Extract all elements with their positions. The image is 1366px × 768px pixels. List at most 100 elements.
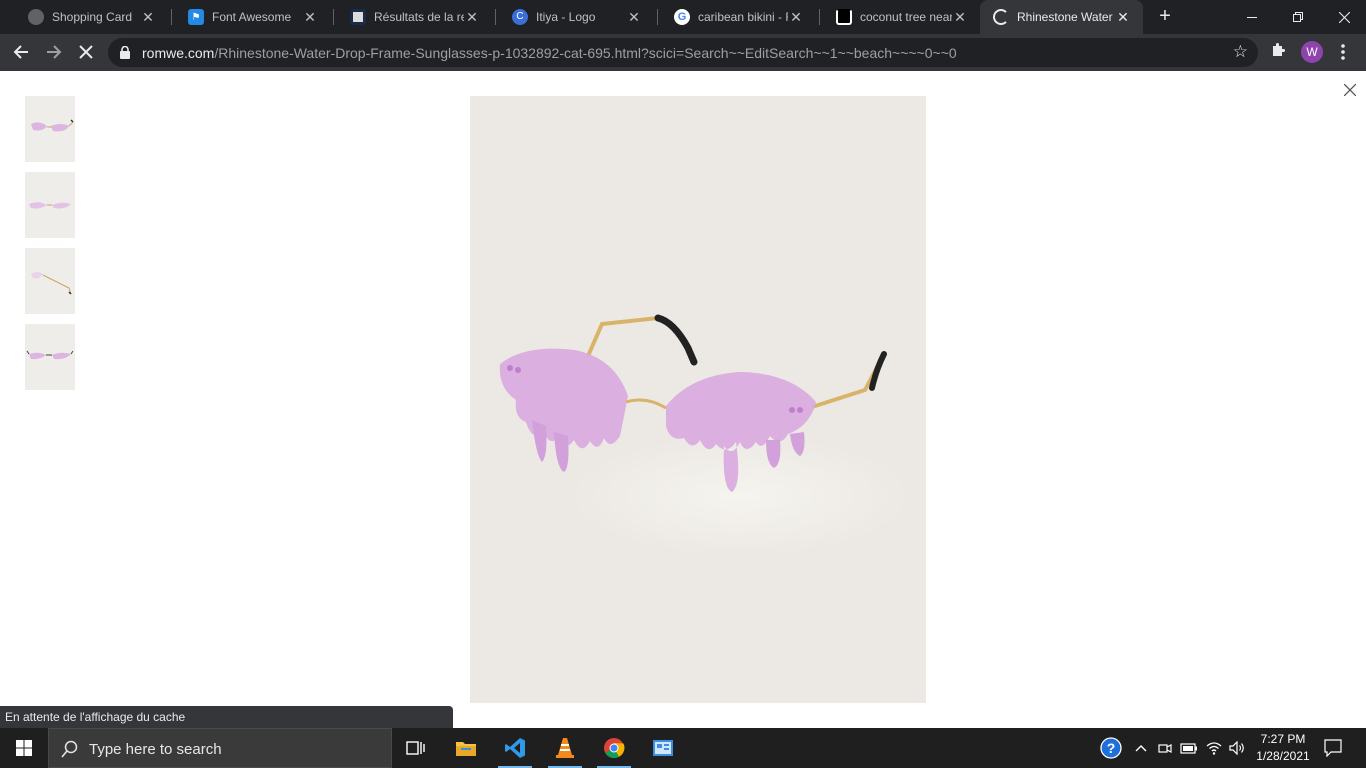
- chrome-icon: [604, 738, 625, 759]
- stop-loading-button[interactable]: [74, 40, 98, 64]
- google-icon: G: [674, 9, 690, 25]
- volume-button[interactable]: [1226, 728, 1248, 768]
- tab-title: Itiya - Logo: [536, 10, 596, 24]
- close-icon[interactable]: ✕: [788, 9, 804, 25]
- battery-icon: [1180, 743, 1197, 754]
- more-menu-button[interactable]: [1333, 41, 1353, 63]
- vlc-button[interactable]: [542, 728, 588, 768]
- chrome-button[interactable]: [591, 728, 637, 768]
- tab-title: Rhinestone Water: [1017, 10, 1113, 24]
- taskbar-clock[interactable]: 7:27 PM 1/28/2021: [1250, 731, 1316, 765]
- wifi-icon: [1206, 742, 1222, 755]
- tab-strip: Shopping Card ✕ ⚑ Font Awesome ✕ Résulta…: [0, 0, 1366, 34]
- minimize-icon: [1247, 16, 1257, 18]
- clock-date: 1/28/2021: [1256, 749, 1310, 763]
- canva-icon: C: [512, 9, 528, 25]
- close-icon[interactable]: ✕: [140, 9, 156, 25]
- close-window-button[interactable]: [1321, 0, 1366, 34]
- close-icon[interactable]: ✕: [952, 9, 968, 25]
- task-view-icon: [406, 741, 425, 755]
- thumbnail-2[interactable]: [25, 172, 75, 238]
- site-icon: [836, 9, 852, 25]
- back-button[interactable]: [9, 40, 33, 64]
- star-icon[interactable]: ☆: [1233, 42, 1248, 62]
- search-placeholder: Type here to search: [89, 741, 222, 758]
- tab-itiya-logo[interactable]: C Itiya - Logo ✕: [492, 0, 654, 34]
- sunglasses-thumbnail-image: [31, 119, 74, 132]
- vscode-icon: [505, 738, 525, 758]
- close-icon[interactable]: ✕: [626, 9, 642, 25]
- tab-resultats[interactable]: Résultats de la rech ✕: [330, 0, 492, 34]
- url-host: romwe.com: [142, 45, 215, 61]
- close-icon[interactable]: ✕: [464, 9, 480, 25]
- network-button[interactable]: [1203, 728, 1225, 768]
- tab-title: coconut tree near: [860, 10, 952, 24]
- action-center-button[interactable]: [1320, 728, 1346, 768]
- browser-toolbar: romwe.com/Rhinestone-Water-Drop-Frame-Su…: [0, 34, 1366, 71]
- search-icon: [61, 740, 78, 758]
- show-hidden-icons-button[interactable]: [1130, 728, 1152, 768]
- svg-text:?: ?: [1107, 740, 1116, 756]
- globe-icon: [28, 9, 44, 25]
- taskbar-search-box[interactable]: Type here to search: [48, 728, 392, 768]
- windows-taskbar: Type here to search ? 7:27 PM 1/28/2021: [0, 728, 1366, 768]
- url-path: /Rhinestone-Water-Drop-Frame-Sunglasses-…: [214, 45, 957, 61]
- extensions-button[interactable]: [1270, 42, 1286, 63]
- forward-button[interactable]: [42, 40, 66, 64]
- speaker-icon: [1229, 741, 1244, 755]
- restore-button[interactable]: [1275, 0, 1321, 34]
- tab-caribean-bikini[interactable]: G caribean bikini - Re ✕: [654, 0, 816, 34]
- puzzle-icon: [1273, 43, 1285, 56]
- camera-icon: [1158, 744, 1172, 753]
- tab-title: caribean bikini - Re: [698, 10, 788, 24]
- address-bar[interactable]: romwe.com/Rhinestone-Water-Drop-Frame-Su…: [108, 38, 1258, 67]
- url-text: romwe.com/Rhinestone-Water-Drop-Frame-Su…: [142, 45, 957, 61]
- sunglasses-product-image: [499, 314, 910, 556]
- battery-button[interactable]: [1178, 728, 1200, 768]
- close-icon: [1343, 83, 1357, 97]
- close-icon: [79, 45, 93, 59]
- product-image-viewer: En attente de l'affichage du cache: [0, 71, 1366, 728]
- more-vert-icon: [1341, 44, 1345, 60]
- sunglasses-thumbnail-image: [26, 350, 74, 360]
- control-panel-icon: [653, 740, 673, 756]
- close-icon: [1338, 11, 1350, 23]
- meet-now-button[interactable]: [1155, 728, 1175, 768]
- close-viewer-button[interactable]: [1339, 79, 1361, 101]
- folder-icon: [456, 742, 476, 756]
- help-icon: ?: [1100, 737, 1122, 759]
- close-icon[interactable]: ✕: [1115, 9, 1131, 25]
- status-bubble: En attente de l'affichage du cache: [0, 706, 453, 728]
- sunglasses-thumbnail-image: [29, 202, 71, 209]
- windows-logo-icon: [16, 740, 32, 756]
- tab-rhinestone-water[interactable]: Rhinestone Water ✕: [980, 0, 1143, 34]
- thumbnail-3[interactable]: [25, 248, 75, 314]
- task-view-button[interactable]: [393, 728, 439, 768]
- arrow-left-icon: [13, 45, 28, 59]
- notification-icon: [1324, 739, 1342, 757]
- tab-title: Font Awesome: [212, 10, 292, 24]
- main-product-image: [470, 96, 926, 703]
- tab-title: Shopping Card: [52, 10, 133, 24]
- lock-icon: [120, 46, 130, 59]
- sunglasses-thumbnail-image: [31, 272, 72, 295]
- loading-icon: [993, 9, 1009, 25]
- chevron-up-icon: [1135, 745, 1147, 752]
- tab-coconut-tree[interactable]: coconut tree near ✕: [816, 0, 980, 34]
- start-button[interactable]: [0, 728, 48, 768]
- flag-icon: ⚑: [188, 9, 204, 25]
- tab-shopping-card[interactable]: Shopping Card ✕: [8, 0, 168, 34]
- file-explorer-button[interactable]: [443, 728, 489, 768]
- control-panel-button[interactable]: [640, 728, 686, 768]
- site-icon: [350, 9, 366, 25]
- thumbnail-4[interactable]: [25, 324, 75, 390]
- vscode-button[interactable]: [492, 728, 538, 768]
- new-tab-button[interactable]: +: [1155, 6, 1175, 26]
- thumbnail-1[interactable]: [25, 96, 75, 162]
- close-icon[interactable]: ✕: [302, 9, 318, 25]
- vlc-cone-icon: [556, 738, 574, 758]
- tab-font-awesome[interactable]: ⚑ Font Awesome ✕: [168, 0, 330, 34]
- minimize-button[interactable]: [1229, 0, 1275, 34]
- profile-avatar[interactable]: W: [1301, 41, 1323, 63]
- help-tray-button[interactable]: ?: [1098, 728, 1124, 768]
